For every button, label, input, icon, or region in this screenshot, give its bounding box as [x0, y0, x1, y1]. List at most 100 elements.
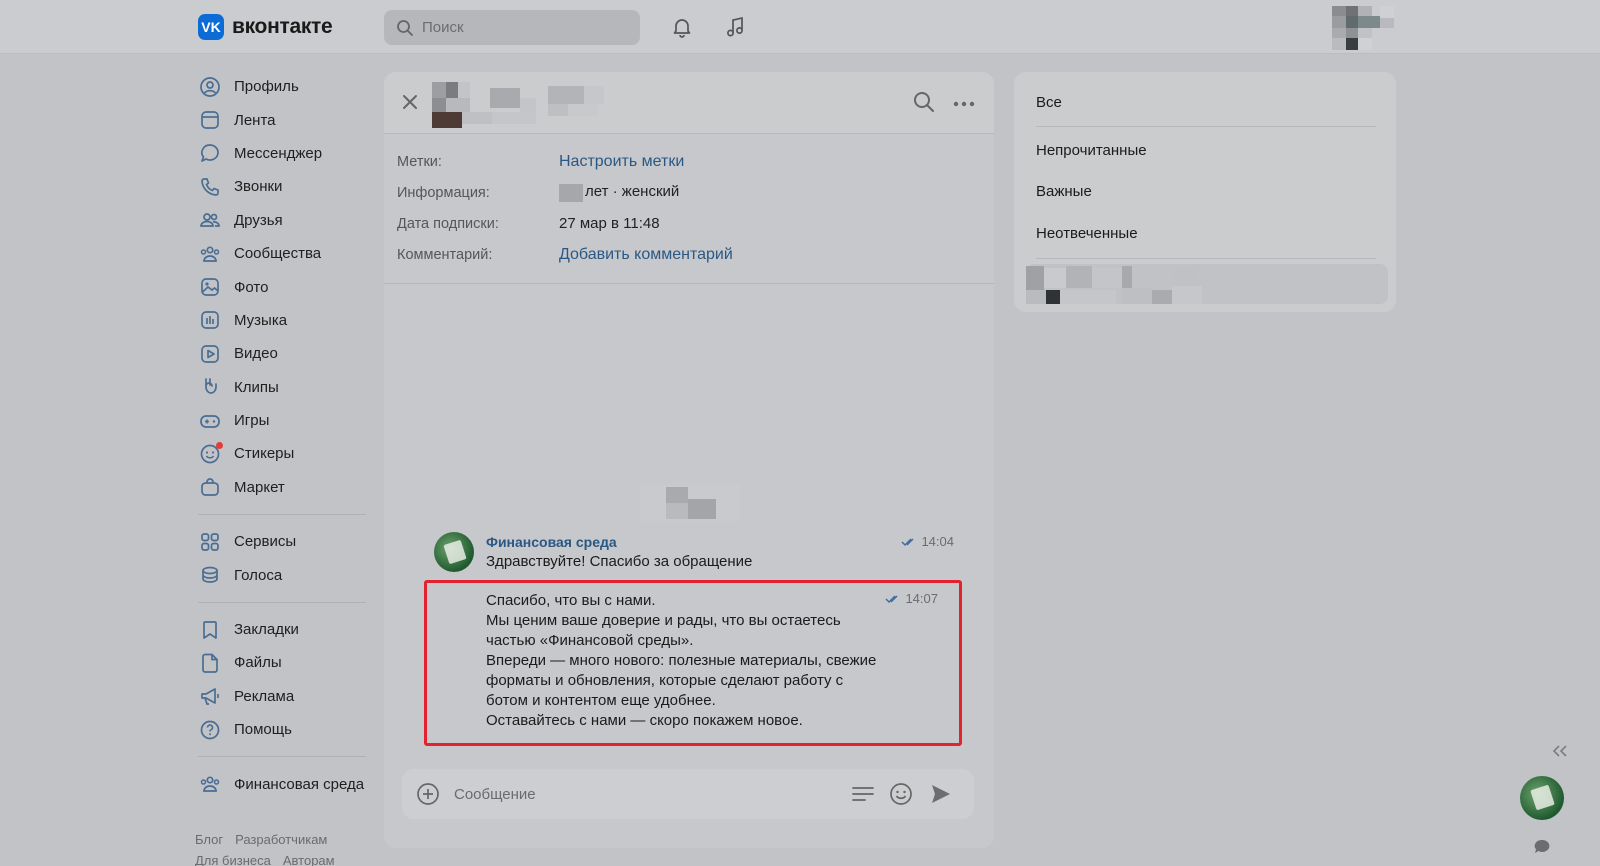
filter-unread[interactable]: Непрочитанные: [1036, 142, 1147, 159]
nav-label: Мессенджер: [234, 144, 323, 162]
nav-label: Стикеры: [234, 445, 295, 463]
nav-item-music[interactable]: Музыка: [198, 304, 374, 337]
nav-label: Фото: [234, 278, 269, 296]
date-divider-redacted: [640, 485, 740, 521]
nav-item-friends[interactable]: Друзья: [198, 204, 374, 237]
bell-icon[interactable]: [669, 14, 695, 40]
mini-chat-avatar[interactable]: [1520, 776, 1564, 820]
nav-label: Закладки: [234, 621, 299, 639]
files-icon: [198, 651, 222, 675]
message-time: 14:07: [885, 591, 938, 606]
configure-tags-link[interactable]: Настроить метки: [559, 153, 684, 171]
nav-item-video[interactable]: Видео: [198, 337, 374, 370]
highlighted-message[interactable]: Спасибо, что вы с нами. Мы ценим ваше до…: [424, 580, 962, 746]
nav-item-clips[interactable]: Клипы: [198, 371, 374, 404]
emoji-icon[interactable]: [888, 781, 914, 807]
filter-divider: [1036, 126, 1376, 127]
market-icon: [198, 475, 222, 499]
help-icon: [198, 718, 222, 742]
nav-divider: [198, 601, 366, 603]
nav-label: Друзья: [234, 211, 283, 229]
nav-label: Звонки: [234, 178, 283, 196]
nav-item-finansovaya-sreda[interactable]: Финансовая среда: [198, 767, 374, 800]
nav-label: Реклама: [234, 687, 295, 705]
nav-item-calls[interactable]: Звонки: [198, 170, 374, 203]
nav-divider: [198, 756, 366, 758]
clips-icon: [198, 375, 222, 399]
user-avatar[interactable]: [1332, 6, 1394, 50]
nav-item-messenger[interactable]: Мессенджер: [198, 137, 374, 170]
communities-icon: [198, 242, 222, 266]
nav-item-photo[interactable]: Фото: [198, 270, 374, 303]
more-icon[interactable]: [952, 94, 978, 114]
nav-item-files[interactable]: Файлы: [198, 646, 374, 679]
nav-item-market[interactable]: Маркет: [198, 471, 374, 504]
filter-important[interactable]: Важные: [1036, 183, 1092, 200]
footer-link-developers[interactable]: Разработчикам: [235, 832, 327, 847]
time-text: 14:07: [905, 591, 938, 606]
search-input[interactable]: [422, 19, 622, 36]
photo-icon: [198, 275, 222, 299]
nav-item-profile[interactable]: Профиль: [198, 70, 374, 103]
community-icon: [198, 772, 222, 796]
vk-logo[interactable]: VK вконтакте: [198, 14, 333, 40]
nav-item-services[interactable]: Сервисы: [198, 525, 374, 558]
bookmark-icon: [198, 618, 222, 642]
friends-icon: [198, 208, 222, 232]
contact-name-redacted[interactable]: [432, 80, 612, 128]
profile-icon: [198, 75, 222, 99]
sender-avatar[interactable]: [434, 532, 474, 572]
music-icon[interactable]: [722, 14, 748, 40]
phone-icon: [198, 175, 222, 199]
votes-icon: [198, 563, 222, 587]
double-check-icon: [885, 594, 898, 603]
nav-item-communities[interactable]: Сообщества: [198, 237, 374, 270]
nav-item-votes[interactable]: Голоса: [198, 558, 374, 591]
message-list: Финансовая среда Здравствуйте! Спасибо з…: [384, 285, 994, 845]
nav-item-games[interactable]: Игры: [198, 404, 374, 437]
collapse-chevrons-icon[interactable]: [1551, 744, 1571, 760]
time-text: 14:04: [921, 534, 954, 549]
footer-link-authors[interactable]: Авторам: [283, 853, 335, 866]
music-icon: [198, 308, 222, 332]
nav-label: Файлы: [234, 654, 282, 672]
info-row-comment: Комментарий: Добавить комментарий: [397, 239, 982, 270]
video-icon: [198, 342, 222, 366]
info-row-subscription-date: Дата подписки: 27 мар в 11:48: [397, 208, 982, 239]
message-author[interactable]: Финансовая среда: [486, 534, 617, 550]
nav-item-stickers[interactable]: Стикеры: [198, 437, 374, 470]
search-icon: [397, 19, 413, 36]
attach-plus-icon[interactable]: [416, 782, 440, 806]
search-box[interactable]: [384, 10, 640, 45]
messenger-icon: [198, 141, 222, 165]
message-time: 14:04: [901, 534, 954, 549]
filter-all[interactable]: Все: [1036, 94, 1062, 111]
close-icon[interactable]: [398, 90, 422, 114]
info-key: Информация:: [397, 184, 490, 201]
message-text: Спасибо, что вы с нами. Мы ценим ваше до…: [486, 592, 877, 729]
nav-label: Профиль: [234, 78, 299, 96]
ads-icon: [198, 684, 222, 708]
info-row-tags: Метки: Настроить метки: [397, 146, 982, 177]
filter-divider: [1036, 258, 1376, 259]
services-icon: [198, 530, 222, 554]
nav-label: Сервисы: [234, 533, 297, 551]
footer-link-business[interactable]: Для бизнеса: [195, 853, 271, 866]
footer-link-blog[interactable]: Блог: [195, 832, 223, 847]
add-comment-link[interactable]: Добавить комментарий: [559, 246, 733, 264]
chat-bubble-icon[interactable]: [1533, 838, 1551, 856]
stickers-icon: [198, 441, 223, 466]
search-icon[interactable]: [912, 90, 938, 116]
templates-icon[interactable]: [850, 781, 876, 807]
message-input[interactable]: [454, 781, 834, 807]
info-row-information: Информация: лет · женский: [397, 177, 982, 208]
message-text: Здравствуйте! Спасибо за обращение: [486, 553, 753, 570]
send-icon[interactable]: [928, 781, 954, 807]
nav-item-help[interactable]: Помощь: [198, 713, 374, 746]
info-key: Метки:: [397, 153, 442, 170]
nav-item-bookmarks[interactable]: Закладки: [198, 613, 374, 646]
filter-unanswered[interactable]: Неотвеченные: [1036, 225, 1138, 242]
nav-item-feed[interactable]: Лента: [198, 103, 374, 136]
custom-filter-redacted[interactable]: [1026, 264, 1388, 304]
nav-item-ads[interactable]: Реклама: [198, 680, 374, 713]
